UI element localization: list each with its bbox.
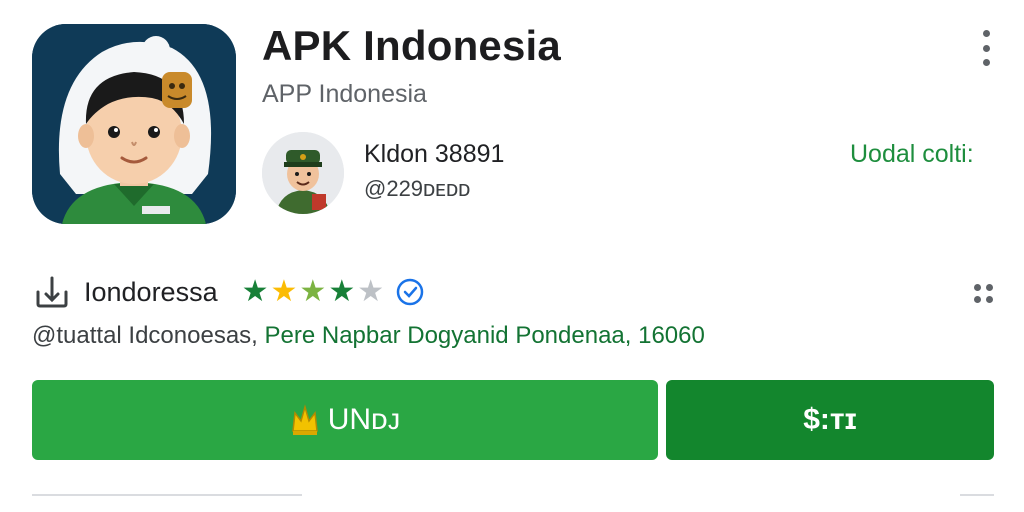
star-filled-icon: ★ (299, 274, 327, 309)
primary-action-button[interactable]: UNᴅᴊ (32, 380, 658, 460)
price-button[interactable]: $:ᴛɪ (666, 380, 994, 460)
app-subtitle: APP Indonesia (262, 80, 427, 108)
star-rating: ★ ★ ★ ★ ★ (242, 277, 385, 307)
app-icon (32, 24, 236, 224)
grid-menu-icon[interactable] (974, 284, 994, 304)
verified-icon (396, 278, 424, 306)
meta-location[interactable]: Pere Napbar Dogyanid Pondenaa, 16060 (265, 322, 705, 349)
star-filled-icon: ★ (328, 274, 356, 309)
developer-avatar[interactable] (262, 132, 344, 214)
price-label: $:ᴛɪ (803, 403, 857, 436)
star-filled-icon: ★ (270, 274, 298, 309)
divider (32, 494, 302, 496)
more-options-icon[interactable] (974, 28, 998, 68)
app-title: APK Indonesia (262, 22, 561, 69)
developer-handle: @229ᴅᴇᴅᴅ (364, 176, 471, 201)
primary-action-label: UNᴅᴊ (327, 403, 401, 436)
cartoon-officer-avatar (262, 132, 344, 214)
cartoon-boy-headscarf-icon (32, 24, 236, 224)
star-filled-icon: ★ (241, 274, 269, 309)
star-empty-icon: ★ (357, 274, 385, 309)
app-meta-line: @tuattal Idconoesas, Pere Napbar Dogyani… (32, 322, 705, 350)
install-link[interactable]: Uodal colti: (850, 140, 974, 169)
download-icon[interactable] (32, 272, 72, 312)
meta-publisher: @tuattal Idconoesas, (32, 322, 265, 349)
rating-row: Iondoressa ★ ★ ★ ★ ★ (32, 272, 426, 312)
divider (960, 494, 994, 496)
rating-label: Iondoressa (84, 276, 218, 307)
crown-icon (290, 403, 320, 437)
developer-name[interactable]: Kldon 38891 (364, 140, 504, 169)
